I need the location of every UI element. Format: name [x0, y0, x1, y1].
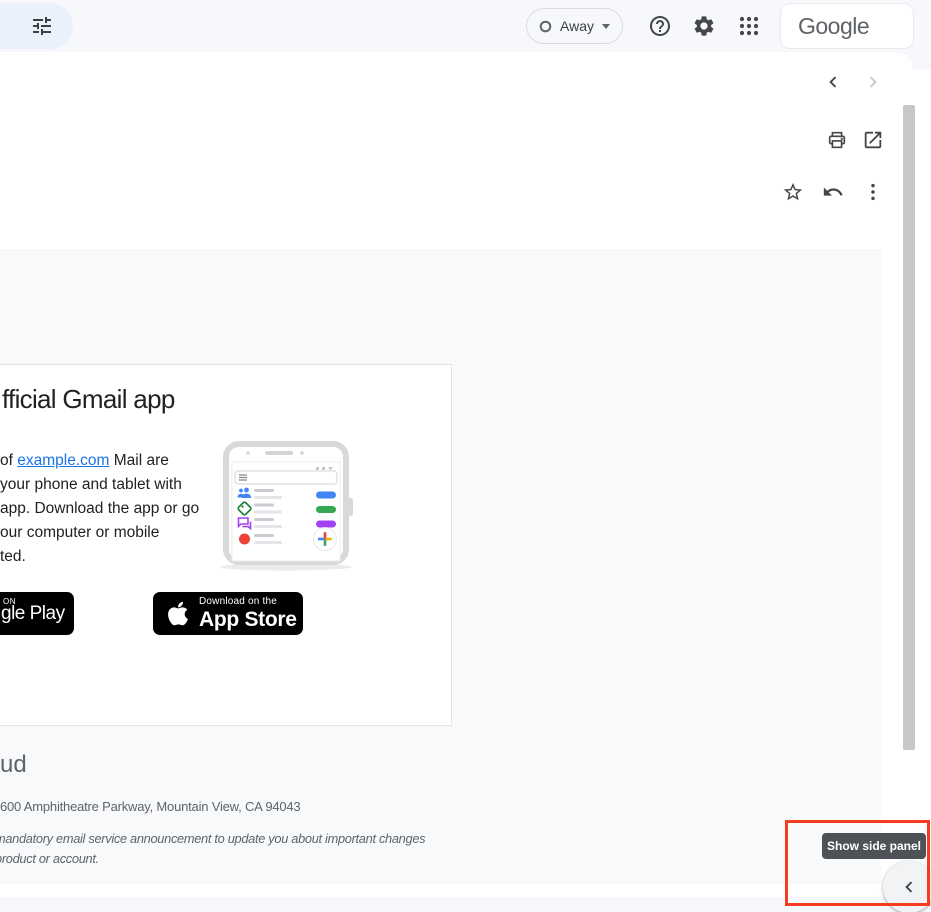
chevron-right-icon	[862, 71, 884, 93]
google-logo-text: Google	[798, 13, 869, 40]
printer-icon	[826, 129, 848, 151]
google-play-badge[interactable]: ON gle Play	[0, 592, 74, 635]
more-options-button[interactable]	[861, 180, 885, 204]
panel-corner	[893, 52, 931, 70]
top-header: Away Google	[0, 0, 931, 52]
gear-icon	[692, 14, 716, 38]
search-options-button[interactable]	[0, 3, 73, 49]
reply-button[interactable]	[821, 180, 845, 204]
newer-button[interactable]	[821, 70, 845, 94]
grid-9-dots-icon	[737, 14, 761, 38]
open-in-new-button[interactable]	[861, 128, 885, 152]
show-side-panel-tooltip: Show side panel	[822, 833, 926, 859]
footer-brand-text: ud	[0, 751, 27, 779]
show-side-panel-button[interactable]	[883, 861, 931, 912]
help-button[interactable]	[646, 12, 674, 40]
email-body-text: of example.com Mail are your phone and t…	[0, 449, 199, 569]
footer-address: 600 Amphitheatre Parkway, Mountain View,…	[0, 799, 300, 814]
appstore-badge-main-text: App Store	[199, 608, 297, 632]
email-body-line: app. Download the app or go	[0, 497, 199, 521]
older-button[interactable]	[861, 70, 885, 94]
email-body-line: our computer or mobile	[0, 521, 199, 545]
star-button[interactable]	[781, 180, 805, 204]
settings-button[interactable]	[690, 12, 718, 40]
caret-down-icon	[602, 24, 610, 29]
email-body-line: ted.	[0, 545, 199, 569]
footer-legal-line: product or account.	[0, 851, 99, 866]
email-body-line: your phone and tablet with	[0, 473, 199, 497]
chevron-left-icon	[822, 71, 844, 93]
phone-illustration	[218, 438, 358, 574]
status-label: Away	[560, 18, 594, 34]
status-dropdown[interactable]: Away	[526, 8, 623, 44]
apple-icon	[167, 600, 189, 627]
status-circle-icon	[539, 20, 552, 33]
tune-icon	[30, 14, 54, 38]
open-in-new-icon	[862, 129, 884, 151]
question-circle-icon	[648, 14, 672, 38]
example-com-link[interactable]: example.com	[17, 452, 109, 469]
undo-arrow-icon	[822, 181, 844, 203]
three-dots-vertical-icon	[862, 181, 884, 203]
email-body-line: of example.com Mail are	[0, 449, 199, 473]
bottom-bar	[0, 897, 931, 912]
email-heading: fficial Gmail app	[2, 384, 175, 415]
star-outline-icon	[782, 181, 804, 203]
app-store-badge[interactable]: Download on the App Store	[153, 592, 303, 635]
appstore-badge-top-text: Download on the	[199, 596, 297, 608]
chevron-left-icon	[898, 876, 920, 898]
google-account-logo[interactable]: Google	[780, 3, 914, 49]
footer-legal-line: mandatory email service announcement to …	[0, 831, 425, 846]
vertical-scrollbar[interactable]	[903, 105, 915, 750]
print-button[interactable]	[825, 128, 849, 152]
apps-button[interactable]	[735, 12, 763, 40]
gmail-window: Away Google fficial	[0, 0, 931, 912]
play-badge-main-text: gle Play	[1, 603, 65, 625]
